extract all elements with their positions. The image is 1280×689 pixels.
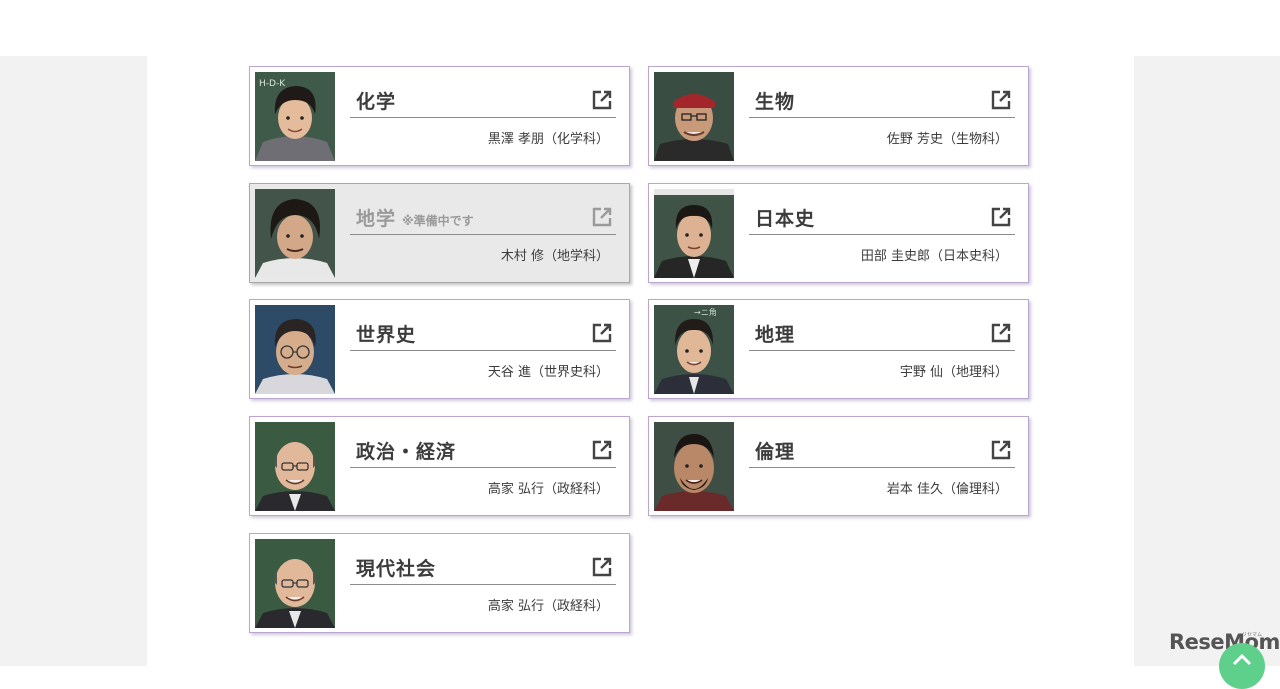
external-link-icon[interactable] <box>591 556 613 578</box>
divider <box>749 234 1015 235</box>
teacher-name: 岩本 佳久（倫理科） <box>886 482 1008 497</box>
course-subject: 地理 <box>755 324 796 346</box>
teacher-photo-takaie <box>255 539 335 628</box>
divider <box>350 234 616 235</box>
teacher-name: 宇野 仙（地理科） <box>899 365 1008 380</box>
course-card-politics-economics[interactable]: 政治・経済 高家 弘行（政経科） <box>249 416 630 516</box>
external-link-icon[interactable] <box>990 206 1012 228</box>
teacher-name: 高家 弘行（政経科） <box>487 482 609 497</box>
teacher-name: 田部 圭史郎（日本史科） <box>860 249 1008 264</box>
svg-text:H-D-K: H-D-K <box>259 79 286 89</box>
teacher-photo-amaya <box>255 305 335 394</box>
teacher-name: 天谷 進（世界史科） <box>487 365 609 380</box>
divider <box>749 467 1015 468</box>
course-card-ethics[interactable]: 倫理 岩本 佳久（倫理科） <box>648 416 1029 516</box>
external-link-icon[interactable] <box>591 439 613 461</box>
course-subject: 生物 <box>755 91 796 113</box>
course-card-chemistry[interactable]: H-D-K 化学 黒澤 孝朋（化学科） <box>249 66 630 166</box>
scroll-to-top-button[interactable] <box>1219 643 1265 689</box>
course-subject: 地学 ※準備中です <box>356 208 474 230</box>
course-subject: 政治・経済 <box>356 441 457 463</box>
external-link-icon[interactable] <box>990 322 1012 344</box>
course-subject: 化学 <box>356 91 397 113</box>
chevron-up-icon <box>1232 653 1252 666</box>
course-subject: 倫理 <box>755 441 796 463</box>
teacher-photo-tabe <box>654 189 734 278</box>
teacher-name: 高家 弘行（政経科） <box>487 599 609 614</box>
external-link-icon[interactable] <box>990 89 1012 111</box>
external-link-icon <box>592 207 612 227</box>
teacher-name: 黒澤 孝朋（化学科） <box>487 132 609 147</box>
divider <box>749 117 1015 118</box>
divider <box>350 584 616 585</box>
course-card-earth-science: 地学 ※準備中です 木村 修（地学科） <box>249 183 630 283</box>
course-subject: 日本史 <box>755 208 816 230</box>
external-link-icon[interactable] <box>591 89 613 111</box>
top-header-bar <box>0 0 1280 56</box>
divider <box>749 350 1015 351</box>
external-link-icon[interactable] <box>591 322 613 344</box>
preparing-note: ※準備中です <box>402 214 474 228</box>
course-subject: 現代社会 <box>356 558 437 580</box>
resemom-logo-sub: リセマム <box>1242 632 1263 638</box>
teacher-name: 木村 修（地学科） <box>500 249 609 264</box>
divider <box>350 117 616 118</box>
teacher-photo-kimura <box>255 189 335 278</box>
course-card-japanese-history[interactable]: 日本史 田部 圭史郎（日本史科） <box>648 183 1029 283</box>
divider <box>350 350 616 351</box>
teacher-photo-uno: →ニ角 <box>654 305 734 394</box>
teacher-photo-takaie <box>255 422 335 511</box>
course-card-biology[interactable]: 生物 佐野 芳史（生物科） <box>648 66 1029 166</box>
course-card-contemporary-society[interactable]: 現代社会 高家 弘行（政経科） <box>249 533 630 633</box>
teacher-photo-iwamoto <box>654 422 734 511</box>
teacher-course-list: H-D-K 化学 黒澤 孝朋（化学科） 生物 佐野 芳史（生物科） 地学 ※準備… <box>147 56 1134 666</box>
course-card-geography[interactable]: →ニ角 地理 宇野 仙（地理科） <box>648 299 1029 399</box>
teacher-photo-kurosawa: H-D-K <box>255 72 335 161</box>
external-link-icon[interactable] <box>990 439 1012 461</box>
course-subject: 世界史 <box>356 324 417 346</box>
teacher-name: 佐野 芳史（生物科） <box>886 132 1008 147</box>
divider <box>350 467 616 468</box>
teacher-photo-sano <box>654 72 734 161</box>
course-card-world-history[interactable]: 世界史 天谷 進（世界史科） <box>249 299 630 399</box>
svg-text:→ニ角: →ニ角 <box>694 307 717 317</box>
